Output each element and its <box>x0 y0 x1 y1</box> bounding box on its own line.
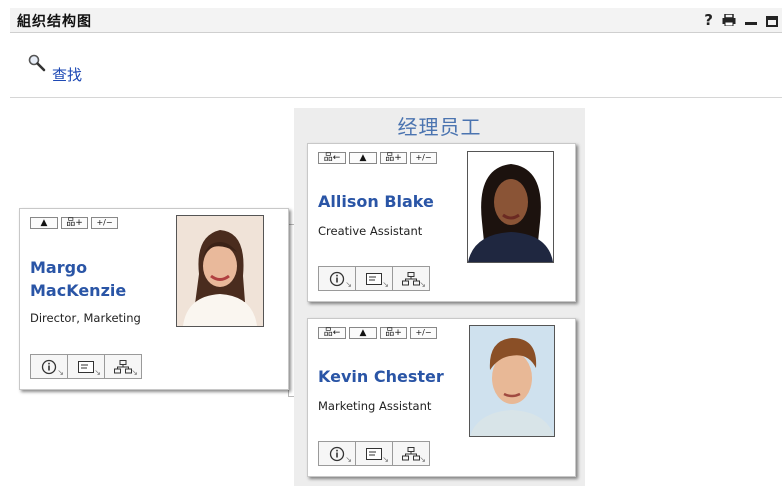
corner-arrow-icon: ↘ <box>419 280 426 289</box>
hierarchy-icon <box>114 359 132 373</box>
panel-title: 经理员工 <box>397 115 482 139</box>
portrait-image <box>468 152 553 262</box>
expand-collapse-button[interactable]: +/− <box>91 217 118 229</box>
maximize-icon[interactable] <box>766 16 778 27</box>
info-button[interactable]: ↘ <box>318 266 356 291</box>
vcard-icon <box>78 360 94 373</box>
person-name[interactable]: Margo MacKenzie <box>30 256 126 302</box>
person-card: 品← ▲ 品+ +/− Allison Blake Creative Assis… <box>307 143 576 302</box>
go-to-manager-button[interactable]: ▲ <box>349 152 377 164</box>
corner-arrow-icon: ↘ <box>382 280 389 289</box>
portrait-image <box>470 326 554 436</box>
minimize-icon[interactable] <box>745 11 757 29</box>
card-actions: ↘ ↘ ↘ <box>30 354 142 379</box>
search-link[interactable]: 查找 <box>52 64 82 85</box>
vcard-icon <box>366 447 382 460</box>
org-chart-button[interactable]: ↘ <box>392 266 430 291</box>
corner-arrow-icon: ↘ <box>345 455 352 464</box>
window-controls: ? <box>704 10 778 30</box>
show-reports-button[interactable]: 品+ <box>380 152 407 164</box>
corner-arrow-icon: ↘ <box>131 368 138 377</box>
person-photo <box>176 215 264 327</box>
corner-arrow-icon: ↘ <box>94 368 101 377</box>
card-controls: 品← ▲ 品+ +/− <box>318 152 437 164</box>
person-card: ▲ 品+ +/− Margo MacKenzie Director, Marke… <box>19 208 289 390</box>
search-toolbar: 查找 <box>10 33 782 98</box>
vcard-icon <box>366 272 382 285</box>
card-actions: ↘ ↘ ↘ <box>318 441 430 466</box>
go-to-manager-button[interactable]: ▲ <box>349 327 377 339</box>
hierarchy-icon <box>402 271 420 285</box>
window-title: 組织结构图 <box>17 14 92 30</box>
person-name[interactable]: Allison Blake <box>318 190 434 213</box>
help-icon[interactable]: ? <box>704 10 713 30</box>
info-button[interactable]: ↘ <box>318 441 356 466</box>
org-chart-button[interactable]: ↘ <box>392 441 430 466</box>
hierarchy-icon <box>402 446 420 460</box>
corner-arrow-icon: ↘ <box>345 280 352 289</box>
print-icon[interactable] <box>722 14 736 26</box>
person-name-line: Margo <box>30 258 88 277</box>
info-icon <box>41 359 57 374</box>
card-controls: ▲ 品+ +/− <box>30 217 118 229</box>
show-reports-button[interactable]: 品+ <box>380 327 407 339</box>
info-button[interactable]: ↘ <box>30 354 68 379</box>
person-name-line: MacKenzie <box>30 281 127 300</box>
email-button[interactable]: ↘ <box>67 354 105 379</box>
corner-arrow-icon: ↘ <box>382 455 389 464</box>
person-job-title: Marketing Assistant <box>318 399 432 413</box>
person-photo <box>467 151 554 263</box>
person-photo <box>469 325 555 437</box>
email-button[interactable]: ↘ <box>355 266 393 291</box>
expand-collapse-button[interactable]: +/− <box>410 327 437 339</box>
back-to-root-button[interactable]: 品← <box>318 152 346 164</box>
org-chart-button[interactable]: ↘ <box>104 354 142 379</box>
person-card: 品← ▲ 品+ +/− Kevin Chester Marketing Assi… <box>307 318 576 477</box>
info-icon <box>329 271 345 286</box>
card-controls: 品← ▲ 品+ +/− <box>318 327 437 339</box>
person-name[interactable]: Kevin Chester <box>318 365 444 388</box>
card-actions: ↘ ↘ ↘ <box>318 266 430 291</box>
back-to-root-button[interactable]: 品← <box>318 327 346 339</box>
corner-arrow-icon: ↘ <box>419 455 426 464</box>
show-reports-button[interactable]: 品+ <box>61 217 88 229</box>
portrait-image <box>177 216 263 326</box>
expand-collapse-button[interactable]: +/− <box>410 152 437 164</box>
search-icon[interactable] <box>27 53 47 73</box>
person-job-title: Director, Marketing <box>30 311 141 325</box>
info-icon <box>329 446 345 461</box>
go-to-manager-button[interactable]: ▲ <box>30 217 58 229</box>
person-job-title: Creative Assistant <box>318 224 423 238</box>
email-button[interactable]: ↘ <box>355 441 393 466</box>
corner-arrow-icon: ↘ <box>57 368 64 377</box>
portlet-title-bar: 組织结构图 ? <box>10 8 782 33</box>
